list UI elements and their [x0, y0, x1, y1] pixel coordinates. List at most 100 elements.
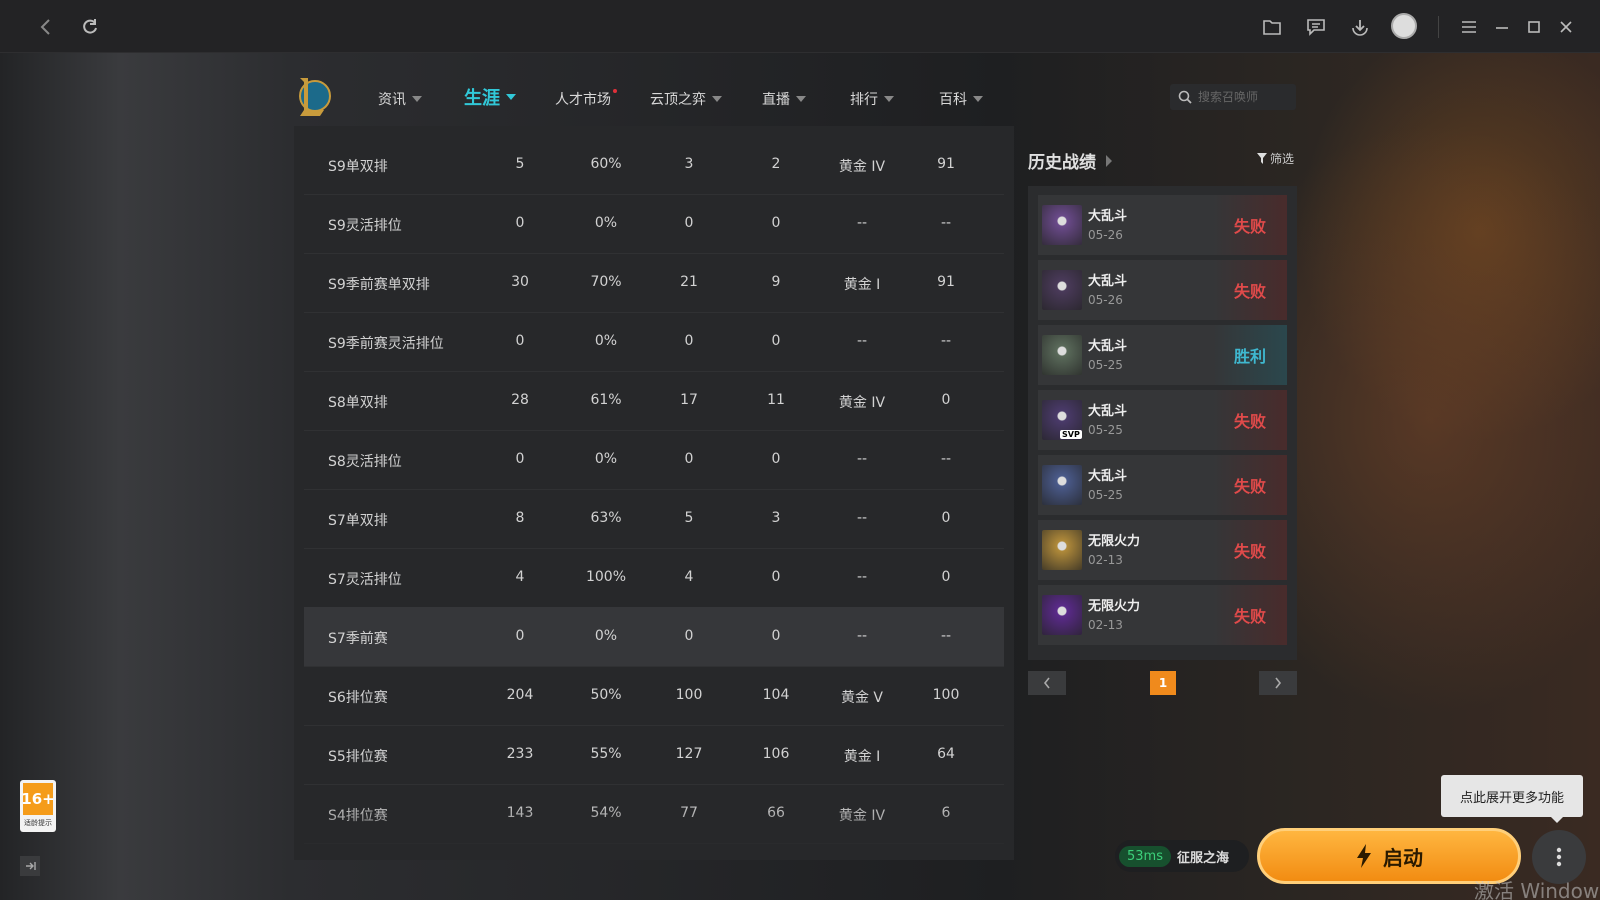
nav-item-6[interactable]: 百科 [939, 89, 983, 109]
table-cell: S7灵活排位 [328, 572, 402, 588]
chevron-down-icon [796, 96, 806, 102]
table-cell: 0 [771, 628, 781, 644]
table-cell: 5 [515, 156, 525, 172]
table-cell: 5 [684, 510, 694, 526]
table-row[interactable]: S9单双排 5 60% 3 2 黄金 IV 91 [304, 135, 1004, 195]
chevron-down-icon [412, 96, 422, 102]
table-cell: S5排位赛 [328, 749, 388, 765]
nav-item-3[interactable]: 云顶之弈 [650, 89, 722, 109]
match-result: 胜利 [1213, 325, 1287, 385]
match-item[interactable]: SVP 大乱斗 05-25 失败 [1038, 390, 1287, 450]
table-cell: S8单双排 [328, 395, 388, 411]
minimize-icon[interactable] [1487, 12, 1517, 42]
match-item[interactable]: 无限火力 02-13 失败 [1038, 520, 1287, 580]
match-item[interactable]: 大乱斗 05-26 失败 [1038, 195, 1287, 255]
nav-item-label: 云顶之弈 [650, 92, 706, 108]
match-item[interactable]: 无限火力 02-13 失败 [1038, 585, 1287, 645]
chevron-right-icon [1106, 154, 1112, 167]
table-cell: 黄金 I [843, 277, 881, 293]
table-row[interactable]: S9季前赛单双排 30 70% 21 9 黄金 I 91 [304, 253, 1004, 313]
match-mode: 大乱斗 [1088, 339, 1128, 354]
table-cell: 0% [594, 451, 618, 467]
download-icon[interactable] [1345, 12, 1375, 42]
vertical-dots-icon [1556, 847, 1562, 867]
table-cell: 91 [937, 274, 955, 290]
table-cell: -- [940, 215, 952, 231]
table-cell: 0 [515, 451, 525, 467]
back-arrow-icon[interactable] [30, 12, 60, 42]
match-result: 失败 [1213, 585, 1287, 645]
chat-icon[interactable] [1301, 12, 1331, 42]
nav-item-1[interactable]: 生涯 [464, 84, 516, 110]
maximize-icon[interactable] [1519, 12, 1549, 42]
table-cell: S4排位赛 [328, 808, 388, 824]
current-page[interactable]: 1 [1150, 671, 1176, 695]
table-cell: 黄金 IV [838, 395, 886, 411]
table-cell: 61% [590, 392, 622, 408]
divider [1438, 16, 1439, 38]
table-cell: -- [856, 333, 868, 349]
table-row[interactable]: S9季前赛灵活排位 0 0% 0 0 -- -- [304, 312, 1004, 372]
table-row[interactable]: S4排位赛 143 54% 77 66 黄金 IV 6 [304, 784, 1004, 844]
filter-button[interactable]: 筛选 [1257, 150, 1294, 167]
table-cell: 0% [594, 333, 618, 349]
table-cell: 104 [762, 687, 790, 703]
match-item[interactable]: 大乱斗 05-26 失败 [1038, 260, 1287, 320]
table-row[interactable]: S6排位赛 204 50% 100 104 黄金 V 100 [304, 666, 1004, 726]
search-input[interactable] [1198, 90, 1288, 104]
table-cell: 0 [684, 215, 694, 231]
table-cell: S7季前赛 [328, 631, 388, 647]
match-mode: 大乱斗 [1088, 209, 1128, 224]
table-row[interactable]: S7单双排 8 63% 5 3 -- 0 [304, 489, 1004, 549]
table-row[interactable]: S5排位赛 233 55% 127 106 黄金 I 64 [304, 725, 1004, 785]
menu-icon[interactable] [1454, 12, 1484, 42]
main-nav: 资讯 生涯 人才市场 云顶之弈 直播 排行 百科 [294, 72, 1300, 126]
chevron-left-icon [1043, 677, 1050, 689]
match-result: 失败 [1213, 520, 1287, 580]
nav-item-5[interactable]: 排行 [850, 89, 894, 109]
nav-item-2[interactable]: 人才市场 [555, 89, 621, 109]
next-page-button[interactable] [1259, 671, 1297, 695]
table-cell: 63% [590, 510, 622, 526]
title-bar [0, 0, 1600, 53]
champion-avatar [1042, 465, 1082, 505]
table-cell: -- [856, 569, 868, 585]
collapse-sidebar-button[interactable] [20, 856, 40, 876]
table-cell: 4 [684, 569, 694, 585]
refresh-icon[interactable] [75, 12, 105, 42]
table-row[interactable]: S7灵活排位 4 100% 4 0 -- 0 [304, 548, 1004, 608]
table-cell: S8灵活排位 [328, 454, 402, 470]
table-cell: S9单双排 [328, 159, 388, 175]
table-cell: 0 [684, 333, 694, 349]
avatar[interactable] [1391, 13, 1417, 39]
table-cell: 17 [680, 392, 698, 408]
champion-avatar [1042, 270, 1082, 310]
age-rating-badge: 16+ 适龄提示 [20, 780, 56, 832]
table-cell: S6排位赛 [328, 690, 388, 706]
match-mode: 无限火力 [1088, 534, 1141, 549]
server-status[interactable]: 53ms 征服之海 [1115, 840, 1249, 872]
nav-item-4[interactable]: 直播 [762, 89, 806, 109]
chevron-down-icon [506, 94, 516, 100]
folder-icon[interactable] [1257, 12, 1287, 42]
nav-item-label: 资讯 [378, 92, 406, 108]
match-item[interactable]: 大乱斗 05-25 胜利 [1038, 325, 1287, 385]
search-icon [1178, 90, 1192, 104]
history-title[interactable]: 历史战绩 [1028, 148, 1112, 173]
table-row[interactable]: S8灵活排位 0 0% 0 0 -- -- [304, 430, 1004, 490]
table-row[interactable]: S9灵活排位 0 0% 0 0 -- -- [304, 194, 1004, 254]
nav-item-0[interactable]: 资讯 [378, 89, 422, 109]
match-item[interactable]: 大乱斗 05-25 失败 [1038, 455, 1287, 515]
prev-page-button[interactable] [1028, 671, 1066, 695]
chevron-right-icon [1275, 677, 1282, 689]
close-icon[interactable] [1551, 12, 1581, 42]
table-cell: 2 [771, 156, 781, 172]
game-logo-icon[interactable] [294, 74, 332, 118]
champion-avatar [1042, 205, 1082, 245]
table-cell: 0 [771, 569, 781, 585]
table-row[interactable]: S7季前赛 0 0% 0 0 -- -- [304, 607, 1004, 667]
table-cell: 11 [767, 392, 785, 408]
champion-avatar [1042, 595, 1082, 635]
summoner-search[interactable] [1170, 84, 1296, 110]
table-row[interactable]: S8单双排 28 61% 17 11 黄金 IV 0 [304, 371, 1004, 431]
